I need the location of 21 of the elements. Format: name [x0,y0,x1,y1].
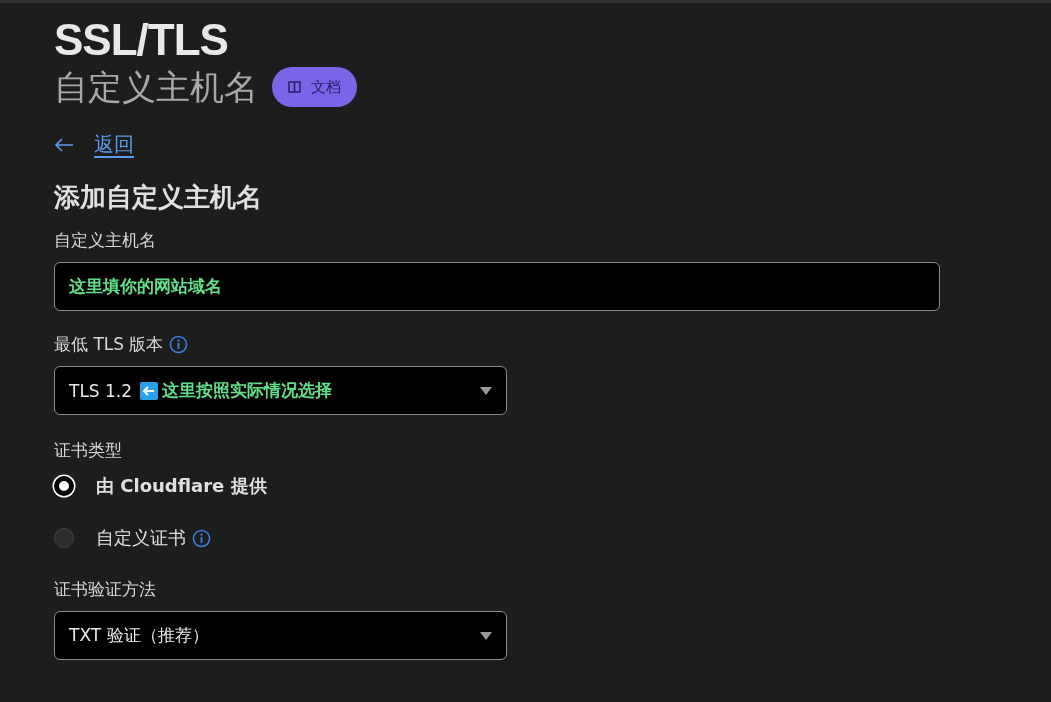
back-arrow-icon[interactable] [54,137,74,152]
input-field[interactable]: 这里填你的网站域名 [54,262,940,311]
book-icon [288,81,301,93]
field-label: 自定义主机名 [54,229,156,252]
info-icon[interactable] [192,528,211,548]
caret-icon [480,631,492,640]
caret-icon [480,386,492,395]
field-label: 最低 TLS 版本 [54,333,164,356]
radio-label: 自定义证书 [96,526,186,550]
radio-button[interactable] [54,476,74,496]
radio-label: 由 Cloudflare 提供 [96,474,267,498]
back-link[interactable]: 返回 [94,131,134,158]
form-heading: 添加自定义主机名 [54,181,263,214]
radio-button[interactable] [54,528,74,548]
select-field[interactable]: TLS 1.2 这里按照实际情况选择 [54,366,507,415]
field-label: 证书验证方法 [54,578,156,601]
field-label: 证书类型 [54,439,122,462]
select-field[interactable]: TXT 验证（推荐） [54,611,507,660]
page-title: SSL/TLS [54,15,229,65]
page-subtitle: 自定义主机名 [54,66,258,109]
info-icon[interactable] [169,335,189,354]
